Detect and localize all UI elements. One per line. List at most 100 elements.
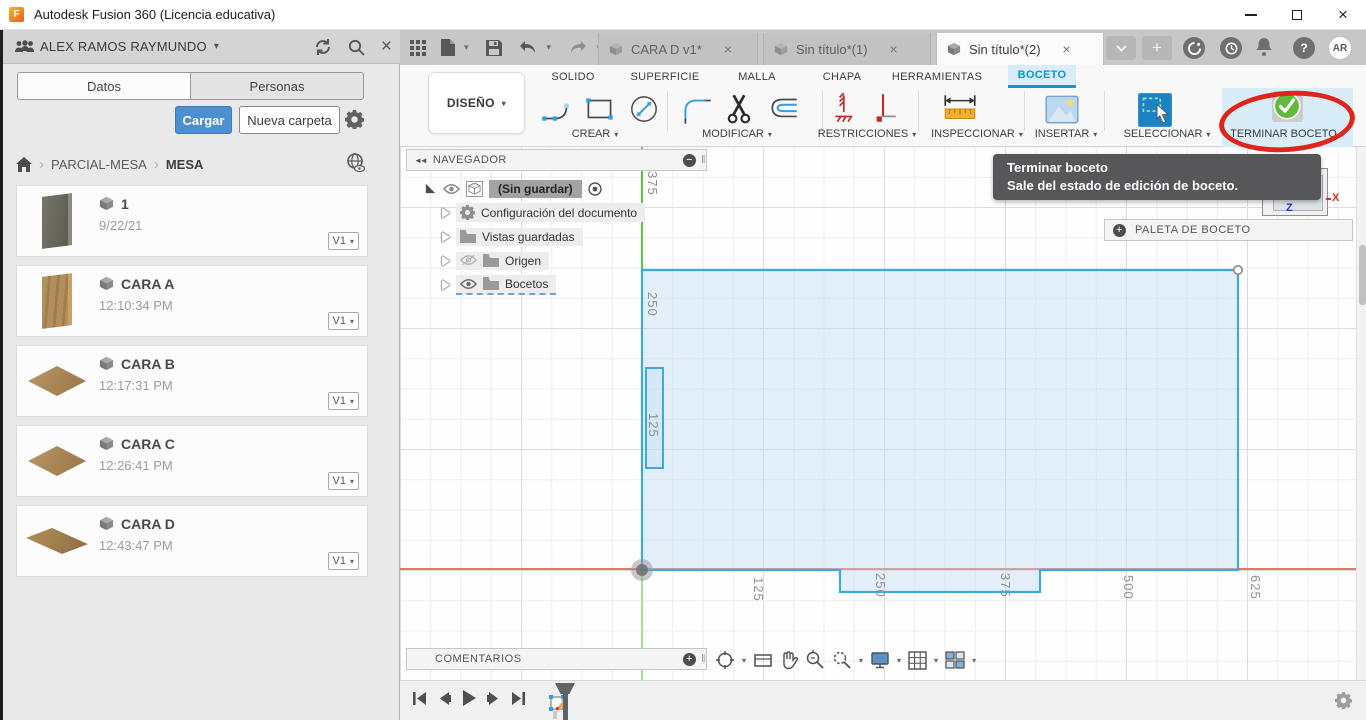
step-back-icon[interactable] [438, 691, 451, 706]
caret-down-icon[interactable]: ▾ [972, 656, 976, 665]
tool-insert-image[interactable] [1043, 91, 1081, 132]
user-name[interactable]: ALEX RAMOS RAYMUNDO [40, 39, 207, 54]
tab-datos[interactable]: Datos [18, 73, 190, 99]
tool-constraint-fix[interactable] [830, 91, 864, 132]
maximize-button[interactable] [1274, 0, 1320, 30]
sketch-profile[interactable] [640, 268, 1240, 594]
navigator-row-sketches[interactable]: Bocetos [442, 274, 557, 295]
activate-radio-icon[interactable] [587, 181, 602, 196]
panel-plus-icon[interactable]: + [1113, 223, 1126, 237]
eye-icon[interactable] [460, 278, 477, 290]
minimize-button[interactable] [1228, 0, 1274, 30]
help-button[interactable]: ? [1293, 37, 1315, 59]
refresh-icon[interactable] [314, 39, 332, 55]
tool-trim[interactable] [722, 91, 758, 132]
version-dropdown[interactable]: V1 ▾ [327, 232, 359, 250]
look-at-icon[interactable] [753, 651, 773, 669]
group-restricciones[interactable]: RESTRICCIONES ▾ [808, 127, 926, 141]
home-icon[interactable] [16, 156, 32, 172]
sketch-palette-bar[interactable]: + PALETA DE BOCETO [1104, 219, 1353, 241]
shared-views-button[interactable] [346, 153, 366, 176]
play-icon[interactable] [462, 690, 476, 706]
extensions-button[interactable] [1183, 37, 1205, 59]
caret-down-icon[interactable]: ▾ [934, 656, 938, 665]
avatar[interactable]: AR [1328, 36, 1352, 60]
tool-measure[interactable] [940, 91, 980, 132]
tab-close-icon[interactable]: × [890, 41, 898, 57]
workspace-tab-malla[interactable]: MALLA [727, 65, 787, 88]
workspace-tab-chapa[interactable]: CHAPA [812, 65, 872, 88]
panel-grip[interactable]: ‖ [701, 154, 706, 166]
workspace-tab-herramientas[interactable]: HERRAMIENTAS [887, 65, 987, 88]
job-status-button[interactable] [1220, 37, 1242, 59]
workspace-tab-superficie[interactable]: SUPERFICIE [625, 65, 705, 88]
panel-close-icon[interactable]: × [381, 37, 392, 56]
document-name[interactable]: (Sin guardar) [489, 179, 582, 198]
eye-off-icon[interactable] [460, 254, 477, 267]
grid-settings-icon[interactable] [908, 650, 927, 670]
tool-constraint-vertical[interactable] [866, 91, 900, 132]
redo-icon[interactable] [568, 40, 587, 55]
version-dropdown[interactable]: V1 ▾ [327, 472, 359, 490]
tab-list-button[interactable] [1106, 36, 1136, 60]
undo-icon[interactable] [519, 40, 538, 55]
caret-down-icon[interactable]: ▾ [742, 656, 746, 665]
tool-line[interactable] [538, 91, 574, 132]
workspace-tab-solido[interactable]: SOLIDO [540, 65, 606, 88]
group-modificar[interactable]: MODIFICAR ▾ [690, 127, 784, 141]
go-to-start-icon[interactable] [412, 691, 427, 706]
tool-offset[interactable] [766, 91, 802, 132]
zoom-icon[interactable] [805, 650, 825, 670]
list-item[interactable]: CARA D 12:43:47 PM V1 ▾ [16, 505, 368, 577]
version-dropdown[interactable]: V1 ▾ [327, 552, 359, 570]
list-item[interactable]: CARA C 12:26:41 PM V1 ▾ [16, 425, 368, 497]
collapsed-triangle-icon[interactable] [442, 231, 450, 242]
tab-close-icon[interactable]: × [724, 41, 732, 57]
list-item[interactable]: CARA B 12:17:31 PM V1 ▾ [16, 345, 368, 417]
tool-rectangle[interactable] [582, 91, 618, 132]
expanded-triangle-icon[interactable] [424, 182, 437, 195]
group-seleccionar[interactable]: SELECCIONAR ▾ [1112, 127, 1222, 141]
doc-tab-sin-titulo-2[interactable]: Sin título*(2) × [936, 33, 1104, 65]
collapsed-triangle-icon[interactable] [442, 207, 450, 218]
undo-caret-icon[interactable]: ▾ [547, 42, 552, 53]
notifications-button[interactable] [1256, 38, 1272, 61]
data-panel-settings-button[interactable] [344, 110, 365, 134]
eye-icon[interactable] [443, 183, 460, 195]
navigator-header[interactable]: ◄◄ NAVEGADOR − ‖ [406, 149, 707, 171]
tool-circle[interactable] [626, 91, 662, 132]
timeline-marker-stem[interactable] [563, 693, 568, 720]
save-icon[interactable] [485, 39, 502, 56]
new-tab-button[interactable]: + [1142, 36, 1172, 60]
collapse-panel-icon[interactable]: ◄◄ [414, 156, 428, 165]
group-inspeccionar[interactable]: INSPECCIONAR ▾ [920, 127, 1034, 141]
zoom-window-icon[interactable] [832, 650, 852, 670]
upload-button[interactable]: Cargar [175, 106, 232, 134]
comments-bar[interactable]: COMENTARIOS + ‖ [406, 648, 707, 670]
tool-fillet[interactable] [678, 91, 714, 132]
new-folder-button[interactable]: Nueva carpeta [239, 106, 340, 134]
design-menu-button[interactable]: DISEÑO ▾ [428, 72, 525, 134]
list-item[interactable]: CARA A 12:10:34 PM V1 ▾ [16, 265, 368, 337]
collapsed-triangle-icon[interactable] [442, 279, 450, 290]
display-settings-icon[interactable] [870, 651, 890, 669]
list-item[interactable]: 1 9/22/21 V1 ▾ [16, 185, 368, 257]
breadcrumb-parent[interactable]: PARCIAL-MESA [51, 157, 147, 172]
collapsed-triangle-icon[interactable] [442, 255, 450, 266]
tab-close-icon[interactable]: × [1063, 41, 1071, 57]
pan-hand-icon[interactable] [780, 650, 799, 670]
user-menu-caret-icon[interactable]: ▾ [214, 41, 219, 52]
close-button[interactable]: × [1320, 0, 1366, 30]
panel-minus-icon[interactable]: − [682, 153, 696, 167]
panel-plus-icon[interactable]: + [682, 652, 696, 666]
breadcrumb-current[interactable]: MESA [166, 157, 204, 172]
go-to-end-icon[interactable] [511, 691, 526, 706]
version-dropdown[interactable]: V1 ▾ [327, 312, 359, 330]
doc-tab-cara-d[interactable]: CARA D v1* × [598, 33, 758, 65]
group-insertar[interactable]: INSERTAR ▾ [1022, 127, 1110, 141]
timeline-settings-button[interactable] [1334, 692, 1353, 714]
doc-tab-sin-titulo-1[interactable]: Sin título*(1) × [763, 33, 931, 65]
tab-personas[interactable]: Personas [191, 73, 363, 99]
navigator-row-saved-views[interactable]: Vistas guardadas [442, 226, 583, 247]
navigator-root-row[interactable]: (Sin guardar) [424, 178, 602, 199]
